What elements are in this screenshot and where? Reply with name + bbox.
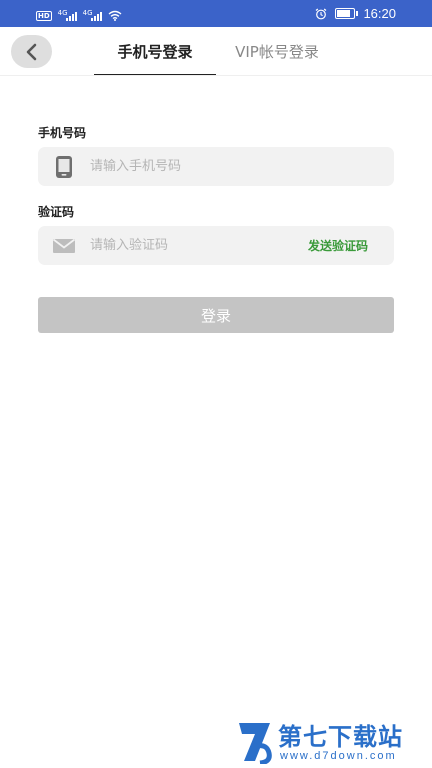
wifi-icon — [108, 10, 122, 21]
code-input[interactable] — [90, 226, 280, 265]
signal-icon: 4G — [57, 9, 77, 21]
phone-label: 手机号码 — [38, 126, 87, 140]
chevron-left-icon — [26, 43, 36, 60]
phone-field — [38, 147, 394, 186]
tab-label: VIP帐号登录 — [235, 43, 319, 61]
watermark-url: www.d7down.com — [280, 750, 397, 762]
watermark-title: 第七下载站 — [278, 723, 403, 751]
status-bar: HD 4G 4G 16:20 — [0, 0, 432, 27]
tab-label: 手机号登录 — [117, 43, 193, 61]
alarm-icon — [316, 8, 327, 19]
tab-vip-login[interactable]: VIP帐号登录 — [218, 27, 336, 76]
send-code-button[interactable]: 发送验证码 — [308, 226, 368, 265]
back-button[interactable] — [11, 35, 52, 68]
clock: 16:20 — [363, 6, 396, 21]
network-type: 4G — [57, 9, 68, 17]
phone-icon — [52, 155, 76, 179]
network-type: 4G — [82, 9, 93, 17]
watermark-logo-icon — [239, 723, 272, 764]
signal-icon: 4G — [82, 9, 102, 21]
status-right-group: 16:20 — [315, 5, 396, 22]
battery-level — [337, 10, 351, 17]
tab-phone-login[interactable]: 手机号登录 — [94, 27, 216, 76]
mail-icon — [52, 234, 76, 258]
code-field: 发送验证码 — [38, 226, 394, 265]
phone-input[interactable] — [90, 147, 380, 186]
status-left-group: HD 4G 4G — [36, 6, 122, 21]
header: 手机号登录 VIP帐号登录 — [0, 27, 432, 76]
site-watermark: 第七下载站 www.d7down.com — [236, 717, 426, 767]
hd-badge: HD — [36, 11, 52, 21]
code-label: 验证码 — [38, 205, 75, 219]
header-divider — [0, 75, 432, 76]
battery-icon — [335, 8, 359, 19]
login-button[interactable]: 登录 — [38, 297, 394, 333]
